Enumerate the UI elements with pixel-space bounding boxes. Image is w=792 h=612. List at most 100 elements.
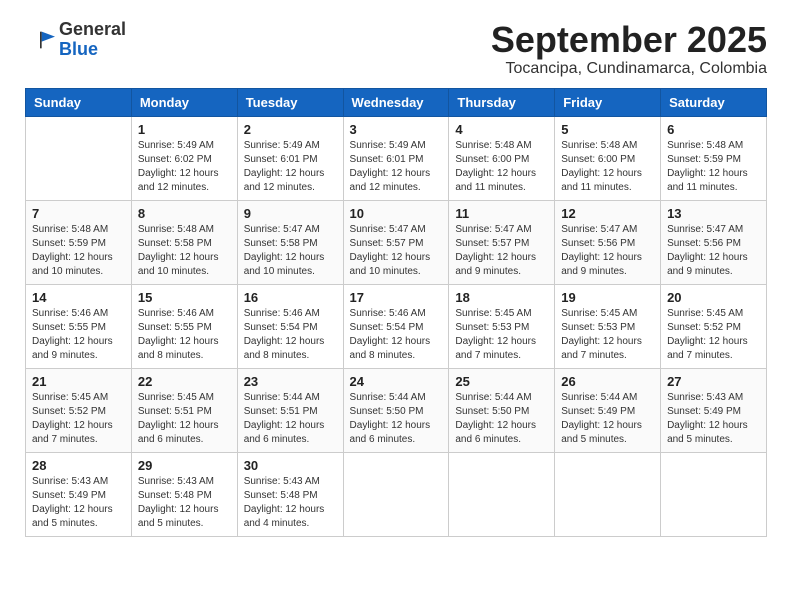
calendar-week-row: 28 Sunrise: 5:43 AM Sunset: 5:49 PM Dayli… [26,452,767,536]
day-number: 1 [138,122,231,137]
table-row: 25Sunrise: 5:44 AM Sunset: 5:50 PM Dayli… [449,368,555,452]
calendar-week-row: 21 Sunrise: 5:45 AM Sunset: 5:52 PM Dayli… [26,368,767,452]
table-row: 5Sunrise: 5:48 AM Sunset: 6:00 PM Daylig… [555,116,661,200]
table-row: 7 Sunrise: 5:48 AM Sunset: 5:59 PM Daylig… [26,200,132,284]
day-info: Sunrise: 5:45 AM Sunset: 5:52 PM Dayligh… [667,307,760,363]
day-number: 27 [667,374,760,389]
header: General Blue September 2025 Tocancipa, C… [25,20,767,78]
day-number: 23 [244,374,337,389]
table-row: 27 Sunrise: 5:43 AM Sunset: 5:49 PM Dayli… [661,368,767,452]
day-number: 30 [244,458,337,473]
table-row: 22 Sunrise: 5:45 AM Sunset: 5:51 PM Dayli… [131,368,237,452]
day-number: 2 [244,122,337,137]
calendar-week-row: 1Sunrise: 5:49 AM Sunset: 6:02 PM Daylig… [26,116,767,200]
day-info: Sunrise: 5:48 AM Sunset: 6:00 PM Dayligh… [455,139,548,195]
logo: General Blue [25,20,126,60]
table-row: 14 Sunrise: 5:46 AM Sunset: 5:55 PM Dayli… [26,284,132,368]
day-info: Sunrise: 5:48 AM Sunset: 5:59 PM Dayligh… [667,139,760,195]
day-number: 9 [244,206,337,221]
day-number: 15 [138,290,231,305]
table-row: 28 Sunrise: 5:43 AM Sunset: 5:49 PM Dayli… [26,452,132,536]
day-info: Sunrise: 5:47 AM Sunset: 5:57 PM Dayligh… [455,223,548,279]
table-row: 13 Sunrise: 5:47 AM Sunset: 5:56 PM Dayli… [661,200,767,284]
day-info: Sunrise: 5:48 AM Sunset: 5:59 PM Dayligh… [32,223,125,279]
day-info: Sunrise: 5:43 AM Sunset: 5:48 PM Dayligh… [138,475,231,531]
day-info: Sunrise: 5:49 AM Sunset: 6:01 PM Dayligh… [350,139,443,195]
header-tuesday: Tuesday [237,88,343,116]
day-info: Sunrise: 5:45 AM Sunset: 5:52 PM Dayligh… [32,391,125,447]
table-row: 20 Sunrise: 5:45 AM Sunset: 5:52 PM Dayli… [661,284,767,368]
weekday-header-row: Sunday Monday Tuesday Wednesday Thursday… [26,88,767,116]
day-number: 28 [32,458,125,473]
day-info: Sunrise: 5:43 AM Sunset: 5:49 PM Dayligh… [32,475,125,531]
title-area: September 2025 Tocancipa, Cundinamarca, … [491,20,767,78]
day-info: Sunrise: 5:46 AM Sunset: 5:54 PM Dayligh… [244,307,337,363]
day-number: 12 [561,206,654,221]
day-info: Sunrise: 5:43 AM Sunset: 5:48 PM Dayligh… [244,475,337,531]
day-number: 16 [244,290,337,305]
header-friday: Friday [555,88,661,116]
day-info: Sunrise: 5:45 AM Sunset: 5:53 PM Dayligh… [561,307,654,363]
day-number: 6 [667,122,760,137]
day-info: Sunrise: 5:47 AM Sunset: 5:56 PM Dayligh… [667,223,760,279]
day-info: Sunrise: 5:46 AM Sunset: 5:55 PM Dayligh… [32,307,125,363]
table-row: 3 Sunrise: 5:49 AM Sunset: 6:01 PM Daylig… [343,116,449,200]
header-sunday: Sunday [26,88,132,116]
day-info: Sunrise: 5:47 AM Sunset: 5:58 PM Dayligh… [244,223,337,279]
table-row: 21 Sunrise: 5:45 AM Sunset: 5:52 PM Dayli… [26,368,132,452]
table-row: 23 Sunrise: 5:44 AM Sunset: 5:51 PM Dayli… [237,368,343,452]
table-row [26,116,132,200]
day-number: 10 [350,206,443,221]
day-number: 7 [32,206,125,221]
day-number: 24 [350,374,443,389]
table-row: 4Sunrise: 5:48 AM Sunset: 6:00 PM Daylig… [449,116,555,200]
day-number: 19 [561,290,654,305]
day-number: 21 [32,374,125,389]
table-row [555,452,661,536]
day-number: 14 [32,290,125,305]
day-info: Sunrise: 5:47 AM Sunset: 5:56 PM Dayligh… [561,223,654,279]
logo-blue-text: Blue [59,39,98,59]
table-row: 15 Sunrise: 5:46 AM Sunset: 5:55 PM Dayli… [131,284,237,368]
table-row: 10 Sunrise: 5:47 AM Sunset: 5:57 PM Dayli… [343,200,449,284]
location-subtitle: Tocancipa, Cundinamarca, Colombia [491,60,767,78]
table-row: 8Sunrise: 5:48 AM Sunset: 5:58 PM Daylig… [131,200,237,284]
header-monday: Monday [131,88,237,116]
day-number: 25 [455,374,548,389]
header-saturday: Saturday [661,88,767,116]
day-info: Sunrise: 5:43 AM Sunset: 5:49 PM Dayligh… [667,391,760,447]
day-number: 29 [138,458,231,473]
table-row [343,452,449,536]
table-row: 6 Sunrise: 5:48 AM Sunset: 5:59 PM Daylig… [661,116,767,200]
table-row: 26Sunrise: 5:44 AM Sunset: 5:49 PM Dayli… [555,368,661,452]
day-number: 18 [455,290,548,305]
day-info: Sunrise: 5:44 AM Sunset: 5:50 PM Dayligh… [350,391,443,447]
day-info: Sunrise: 5:44 AM Sunset: 5:49 PM Dayligh… [561,391,654,447]
day-number: 13 [667,206,760,221]
table-row [449,452,555,536]
table-row: 1Sunrise: 5:49 AM Sunset: 6:02 PM Daylig… [131,116,237,200]
day-info: Sunrise: 5:47 AM Sunset: 5:57 PM Dayligh… [350,223,443,279]
day-number: 8 [138,206,231,221]
day-info: Sunrise: 5:48 AM Sunset: 6:00 PM Dayligh… [561,139,654,195]
day-info: Sunrise: 5:45 AM Sunset: 5:53 PM Dayligh… [455,307,548,363]
table-row: 17Sunrise: 5:46 AM Sunset: 5:54 PM Dayli… [343,284,449,368]
day-number: 20 [667,290,760,305]
day-info: Sunrise: 5:46 AM Sunset: 5:55 PM Dayligh… [138,307,231,363]
calendar-week-row: 7 Sunrise: 5:48 AM Sunset: 5:59 PM Daylig… [26,200,767,284]
day-number: 17 [350,290,443,305]
day-number: 22 [138,374,231,389]
header-wednesday: Wednesday [343,88,449,116]
day-number: 11 [455,206,548,221]
table-row: 2 Sunrise: 5:49 AM Sunset: 6:01 PM Daylig… [237,116,343,200]
table-row: 19 Sunrise: 5:45 AM Sunset: 5:53 PM Dayli… [555,284,661,368]
day-info: Sunrise: 5:45 AM Sunset: 5:51 PM Dayligh… [138,391,231,447]
day-number: 3 [350,122,443,137]
logo-general-text: General [59,19,126,39]
day-info: Sunrise: 5:49 AM Sunset: 6:01 PM Dayligh… [244,139,337,195]
table-row: 29 Sunrise: 5:43 AM Sunset: 5:48 PM Dayli… [131,452,237,536]
day-info: Sunrise: 5:44 AM Sunset: 5:51 PM Dayligh… [244,391,337,447]
table-row: 11 Sunrise: 5:47 AM Sunset: 5:57 PM Dayli… [449,200,555,284]
calendar-table: Sunday Monday Tuesday Wednesday Thursday… [25,88,767,537]
logo-text: General Blue [59,20,126,60]
